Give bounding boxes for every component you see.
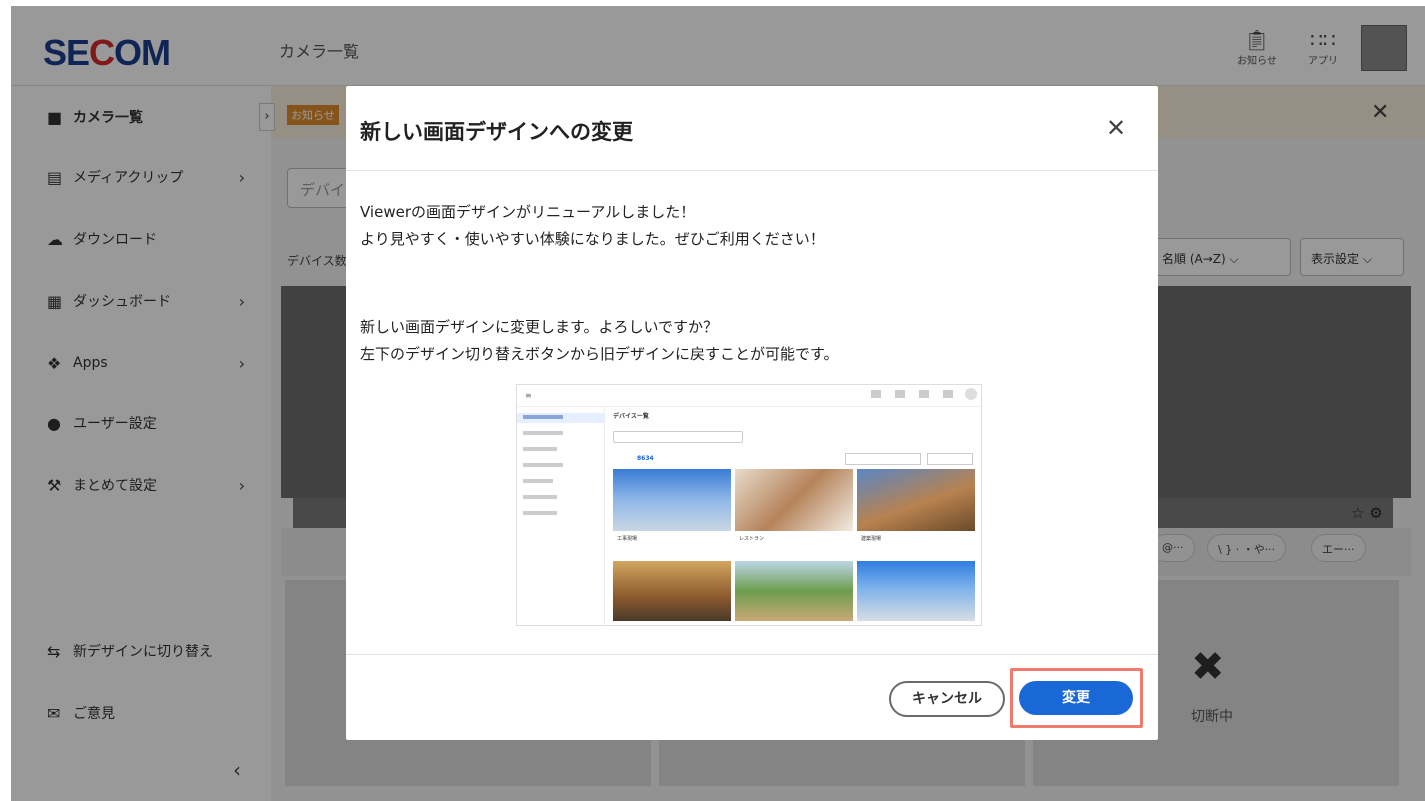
confirm-button-highlight: 変更: [1010, 668, 1143, 728]
close-icon[interactable]: ✕: [1106, 114, 1126, 142]
preview-avatar: [965, 388, 977, 400]
preview-card-label: 工事現場: [617, 536, 638, 542]
dialog-message-1: Viewerの画面デザインがリニューアルしました！: [360, 203, 696, 221]
preview-restaurant-image: [735, 469, 853, 531]
preview-card-label: 建築現場: [861, 536, 882, 542]
dialog-message-3: 新しい画面デザインに変更します。よろしいですか？: [360, 318, 719, 336]
new-design-preview-image: ≡ デバイスー覧 8634 工事現場 レストラン 建築現場: [516, 384, 982, 626]
preview-header-icon: [919, 390, 929, 398]
dialog-title: 新しい画面デザインへの変更: [360, 120, 633, 144]
divider: [346, 170, 1158, 171]
preview-construction-image: [613, 469, 731, 531]
preview-header-icon: [871, 390, 881, 398]
preview-title: デバイスー覧: [613, 413, 649, 420]
cancel-button[interactable]: キャンセル: [889, 681, 1005, 717]
preview-sidebar-row: [523, 431, 563, 435]
preview-garden-image: [735, 561, 853, 621]
preview-sidebar-row: [523, 479, 553, 483]
dialog-message-4: 左下のデザイン切り替えボタンから旧デザインに戻すことが可能です。: [360, 345, 839, 363]
preview-display-select: [927, 453, 973, 465]
dialog-message-2: より見やすく・使いやすい体験になりました。ぜひご利用ください！: [360, 230, 825, 248]
preview-card-label: レストラン: [739, 536, 765, 542]
design-change-dialog: 新しい画面デザインへの変更 ✕ Viewerの画面デザインがリニューアルしました…: [346, 86, 1158, 740]
preview-header-icon: [895, 390, 905, 398]
preview-sidebar-row: [523, 463, 563, 467]
menu-icon: ≡: [525, 391, 532, 400]
preview-factory-image: [857, 561, 975, 621]
preview-sidebar: [517, 407, 605, 625]
preview-device-count: 8634: [637, 455, 654, 462]
preview-sidebar-row: [523, 415, 563, 419]
preview-header: ≡: [517, 385, 981, 407]
preview-header-icon: [943, 390, 953, 398]
preview-sidebar-row: [523, 511, 557, 515]
divider: [346, 654, 1158, 655]
preview-sidebar-row: [523, 447, 557, 451]
confirm-change-button[interactable]: 変更: [1019, 681, 1133, 715]
preview-search: [613, 431, 743, 443]
preview-sort-select: [845, 453, 921, 465]
preview-warehouse-image: [613, 561, 731, 621]
preview-building-site-image: [857, 469, 975, 531]
preview-sidebar-row: [523, 495, 557, 499]
